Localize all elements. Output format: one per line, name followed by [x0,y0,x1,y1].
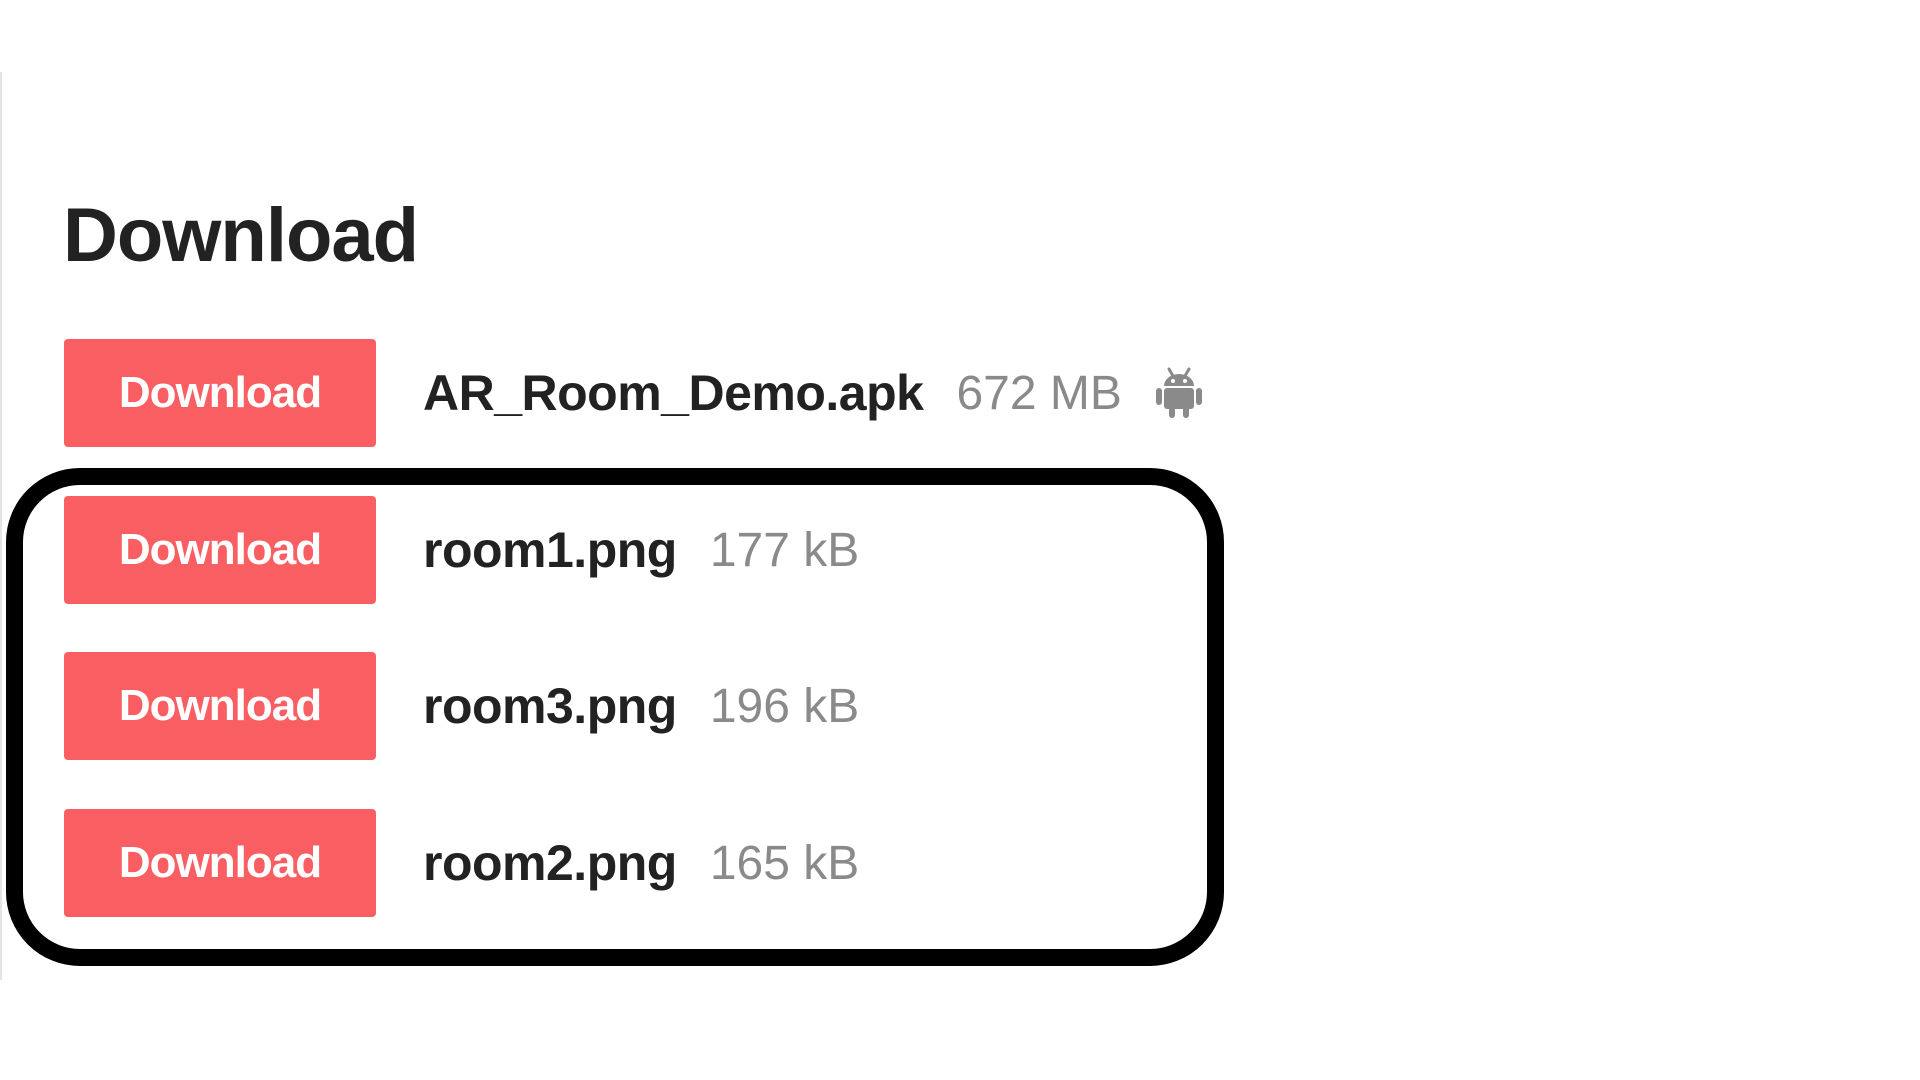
download-page: Download Download AR_Room_Demo.apk 672 M… [0,0,1920,1080]
file-size: 165 kB [709,836,860,890]
download-row-apk: Download AR_Room_Demo.apk 672 MB [64,338,1202,448]
download-row-room3: Download room3.png 196 kB [64,651,859,761]
file-name: room3.png [423,678,677,734]
download-button-apk[interactable]: Download [64,339,376,447]
download-button-room2[interactable]: Download [64,809,376,917]
section-title: Download [63,193,419,278]
file-size: 196 kB [709,679,860,733]
download-row-room2: Download room2.png 165 kB [64,808,859,918]
download-button-room3[interactable]: Download [64,652,376,760]
file-size: 177 kB [709,523,860,577]
file-name: room1.png [423,522,677,578]
download-button-room1[interactable]: Download [64,496,376,604]
left-border-line [0,72,2,980]
file-name: AR_Room_Demo.apk [423,365,924,421]
file-name: room2.png [423,835,677,891]
file-size: 672 MB [956,366,1122,420]
download-row-room1: Download room1.png 177 kB [64,495,859,605]
android-icon [1155,367,1202,419]
